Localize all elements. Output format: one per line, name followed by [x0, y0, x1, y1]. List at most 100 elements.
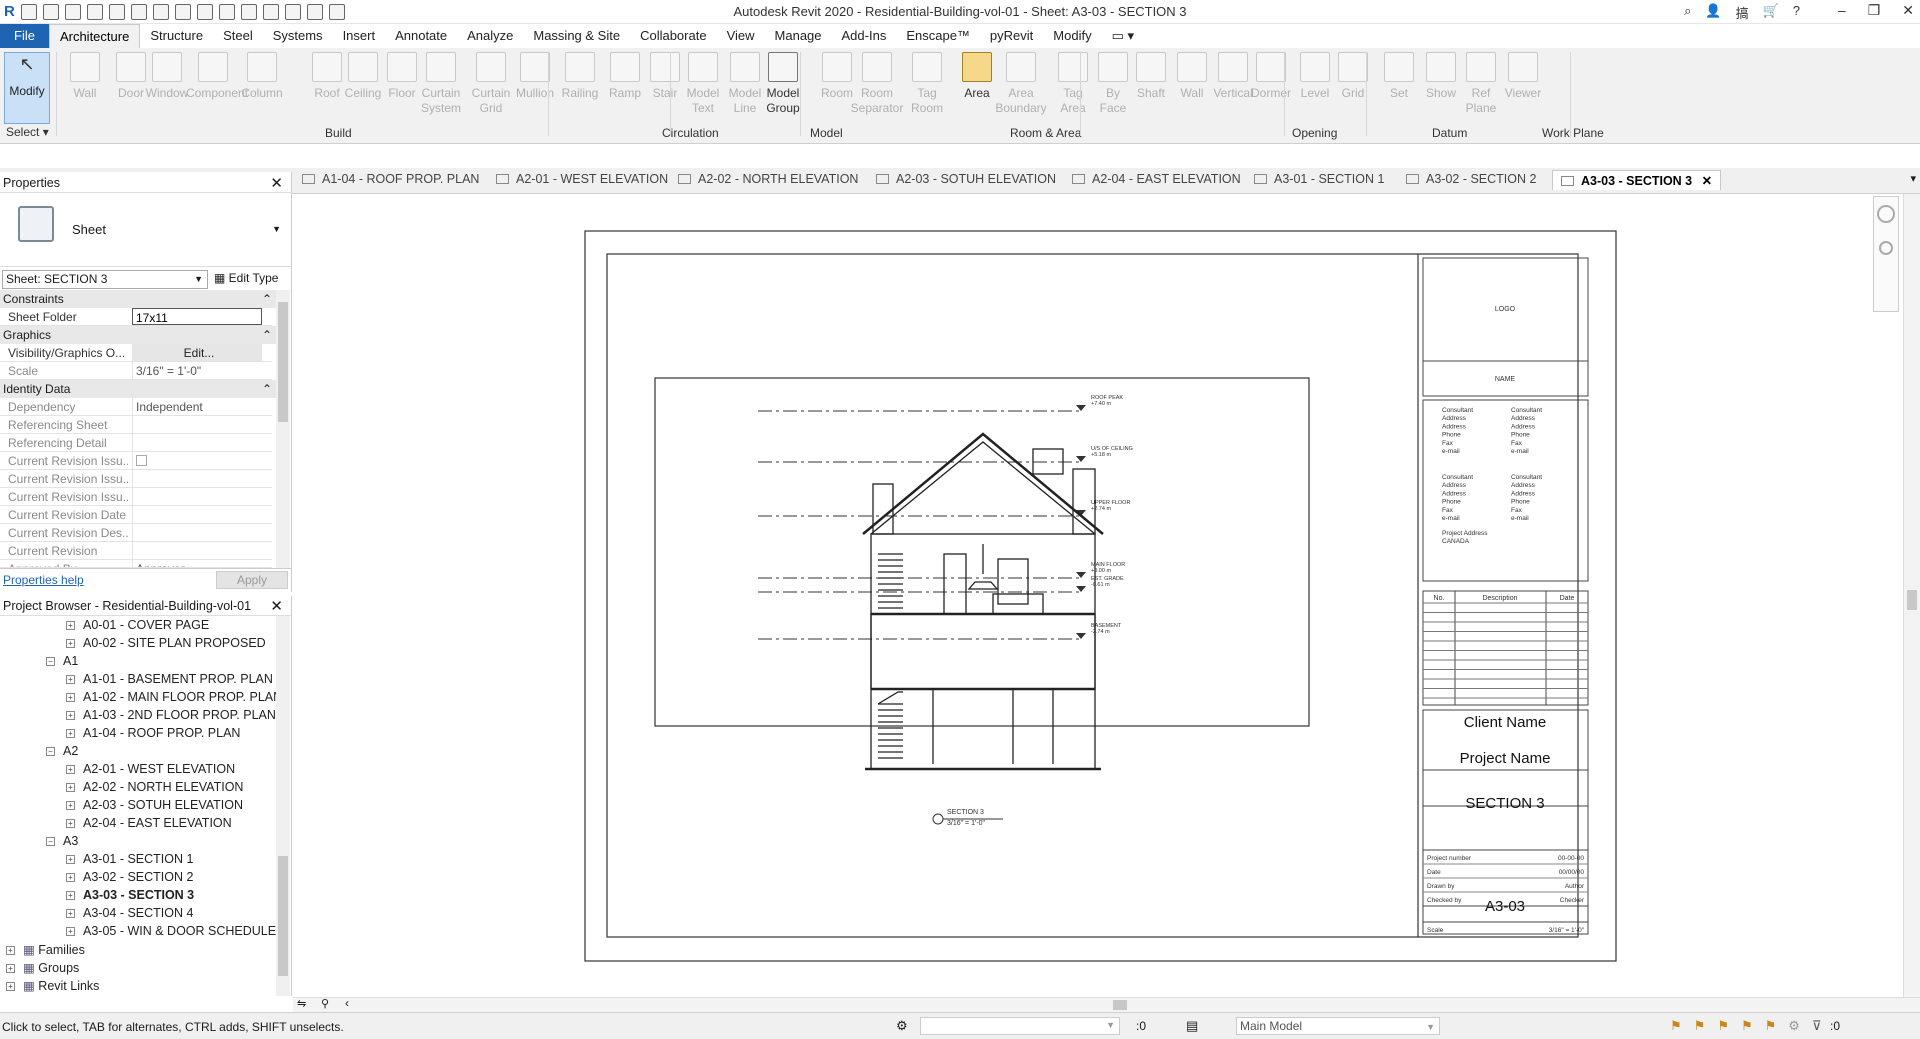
select-by-face-icon[interactable]: ⚑: [1741, 1018, 1753, 1034]
expand-icon[interactable]: +: [66, 801, 75, 810]
browser-sheet-item[interactable]: + A2-03 - SOTUH ELEVATION: [66, 798, 243, 812]
browser-sheet-item[interactable]: + A1-03 - 2ND FLOOR PROP. PLAN: [66, 708, 276, 722]
drag-elements-icon[interactable]: ⚑: [1765, 1018, 1777, 1034]
cart-icon[interactable]: 🛒: [1763, 3, 1779, 22]
scroll-left-icon[interactable]: ‹: [345, 996, 349, 1010]
user-name[interactable]: 搞: [1736, 3, 1749, 22]
browser-scrollbar[interactable]: [276, 616, 290, 996]
expand-icon[interactable]: +: [66, 873, 75, 882]
tab-collaborate[interactable]: Collaborate: [630, 24, 717, 48]
browser-sheet-item[interactable]: + A3-04 - SECTION 4: [66, 906, 193, 920]
browser-sheet-item[interactable]: + A0-02 - SITE PLAN PROPOSED: [66, 636, 266, 650]
pin-icon[interactable]: ⚲: [321, 997, 329, 1010]
close-tab-icon[interactable]: ✕: [1698, 174, 1712, 188]
browser-sheet-item[interactable]: + A1-02 - MAIN FLOOR PROP. PLAN: [66, 690, 282, 704]
ribbon-button-viewer[interactable]: Viewer: [1496, 52, 1550, 101]
tab-structure[interactable]: Structure: [140, 24, 213, 48]
browser-sheet-item[interactable]: + A3-03 - SECTION 3: [66, 888, 194, 902]
zoom-icon[interactable]: [1879, 241, 1893, 255]
type-dropdown-icon[interactable]: ▼: [272, 224, 281, 234]
edit-type-button[interactable]: ▦ Edit Type: [214, 271, 278, 285]
close-button[interactable]: ✕: [1902, 2, 1914, 19]
design-options-icon[interactable]: ▤: [1186, 1018, 1198, 1034]
tab-steel[interactable]: Steel: [213, 24, 263, 48]
tab-pyrevit[interactable]: pyRevit: [980, 24, 1043, 48]
browser-group-item[interactable]: − A1: [46, 654, 78, 668]
design-option-dropdown[interactable]: Main Model ▼: [1236, 1017, 1440, 1035]
expand-icon[interactable]: +: [6, 964, 15, 973]
tab-analyze[interactable]: Analyze: [457, 24, 523, 48]
ribbon-button-tag-room[interactable]: Tag Room: [900, 52, 954, 116]
browser-group-item[interactable]: − A3: [46, 834, 78, 848]
expand-icon[interactable]: +: [66, 927, 75, 936]
view-tab-a1-04[interactable]: A1-04 - ROOF PROP. PLAN: [302, 172, 479, 186]
browser-sheet-item[interactable]: + A0-01 - COVER PAGE: [66, 618, 209, 632]
steering-wheel-icon[interactable]: [1877, 205, 1895, 223]
browser-group-item[interactable]: − A2: [46, 744, 78, 758]
properties-help-link[interactable]: Properties help: [3, 573, 84, 587]
expand-icon[interactable]: +: [66, 729, 75, 738]
select-pinned-icon[interactable]: ⚑: [1717, 1018, 1729, 1034]
tab-manage[interactable]: Manage: [765, 24, 832, 48]
properties-scrollbar[interactable]: [276, 290, 290, 568]
restore-button[interactable]: ❐: [1868, 2, 1881, 19]
browser-category-item[interactable]: + ▦ Revit Links: [6, 978, 99, 993]
expand-icon[interactable]: +: [66, 891, 75, 900]
tab-systems[interactable]: Systems: [263, 24, 333, 48]
tab-massing-site[interactable]: Massing & Site: [523, 24, 630, 48]
group-graphics[interactable]: Graphics ⌃: [0, 326, 280, 344]
browser-category-item[interactable]: + ▦ Groups: [6, 960, 79, 975]
expand-icon[interactable]: +: [66, 675, 75, 684]
view-control-icon[interactable]: ⇋: [297, 997, 306, 1010]
tab-modify[interactable]: Modify: [1043, 24, 1101, 48]
select-links-icon[interactable]: ⚑: [1670, 1018, 1682, 1034]
browser-category-item[interactable]: + ▦ Families: [6, 942, 85, 957]
browser-sheet-item[interactable]: + A2-02 - NORTH ELEVATION: [66, 780, 243, 794]
select-underlay-icon[interactable]: ⚑: [1694, 1018, 1706, 1034]
view-tab-a3-02[interactable]: A3-02 - SECTION 2: [1406, 172, 1536, 186]
browser-sheet-item[interactable]: + A3-05 - WIN & DOOR SCHEDULE: [66, 924, 276, 938]
browser-sheet-item[interactable]: + A2-01 - WEST ELEVATION: [66, 762, 235, 776]
expand-icon[interactable]: +: [66, 783, 75, 792]
ribbon-button-room-separator[interactable]: Room Separator: [850, 52, 904, 116]
expand-icon[interactable]: +: [66, 621, 75, 630]
contextual-dropdown[interactable]: ▭ ▾: [1102, 24, 1144, 48]
view-tab-a2-02[interactable]: A2-02 - NORTH ELEVATION: [678, 172, 858, 186]
group-identity[interactable]: Identity Data ⌃: [0, 380, 280, 398]
visibility-edit-button[interactable]: Edit...: [132, 344, 262, 361]
canvas-horizontal-scrollbar[interactable]: ⇋ ⚲ ‹: [293, 996, 1920, 1012]
worksets-icon[interactable]: ⚙: [896, 1018, 908, 1034]
canvas-vertical-scrollbar[interactable]: [1903, 194, 1920, 997]
browser-sheet-item[interactable]: + A2-04 - EAST ELEVATION: [66, 816, 232, 830]
tab-enscape[interactable]: Enscape™: [896, 24, 980, 48]
instance-selector[interactable]: Sheet: SECTION 3 ▼: [2, 270, 208, 289]
expand-icon[interactable]: +: [66, 909, 75, 918]
group-constraints[interactable]: Constraints ⌃: [0, 290, 280, 308]
rev-issued-checkbox[interactable]: [136, 455, 147, 466]
filter-icon[interactable]: ⊽: [1812, 1018, 1822, 1034]
ribbon-button-component[interactable]: Component: [186, 52, 248, 101]
minimize-button[interactable]: –: [1838, 2, 1846, 19]
browser-sheet-item[interactable]: + A3-01 - SECTION 1: [66, 852, 193, 866]
expand-icon[interactable]: +: [66, 765, 75, 774]
ribbon-button-column[interactable]: Column: [235, 52, 289, 101]
tab-insert[interactable]: Insert: [333, 24, 386, 48]
view-tab-a3-01[interactable]: A3-01 - SECTION 1: [1254, 172, 1384, 186]
tab-list-icon[interactable]: ▾: [1910, 172, 1916, 185]
expand-icon[interactable]: +: [66, 693, 75, 702]
workset-dropdown[interactable]: ▼: [920, 1017, 1120, 1035]
view-tab-a3-03[interactable]: A3-03 - SECTION 3 ✕: [1552, 170, 1722, 190]
binoculars-icon[interactable]: ⌕: [1684, 3, 1691, 22]
panel-label-room-area[interactable]: Room & Area: [1010, 126, 1081, 140]
tab-add-ins[interactable]: Add-Ins: [832, 24, 897, 48]
tab-view[interactable]: View: [717, 24, 765, 48]
tab-annotate[interactable]: Annotate: [385, 24, 457, 48]
select-panel-label[interactable]: Select ▾: [6, 125, 49, 139]
expand-icon[interactable]: +: [6, 982, 15, 991]
collapse-icon[interactable]: −: [46, 657, 55, 666]
ribbon-button-curtain-system[interactable]: Curtain System: [414, 52, 468, 116]
tab-file[interactable]: File: [0, 24, 49, 48]
expand-icon[interactable]: +: [66, 819, 75, 828]
expand-icon[interactable]: +: [66, 855, 75, 864]
browser-sheet-item[interactable]: + A1-04 - ROOF PROP. PLAN: [66, 726, 240, 740]
